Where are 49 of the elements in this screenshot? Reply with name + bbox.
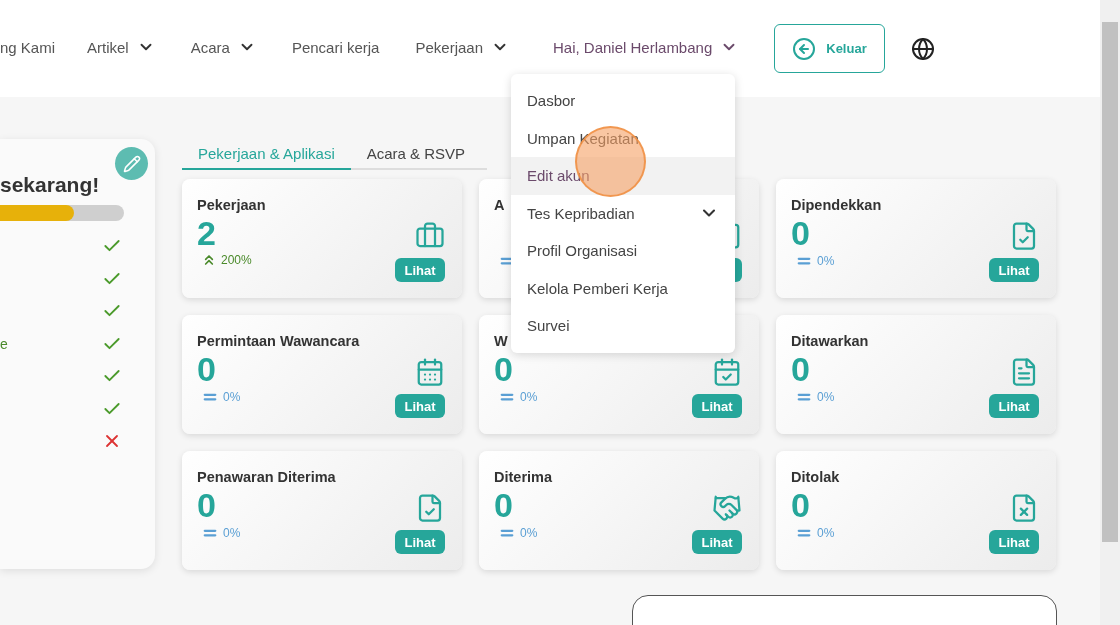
stat-change: 0% [520,390,538,404]
pencil-icon [122,154,141,173]
stat-title: A [494,197,506,213]
stat-change: 0% [223,526,241,540]
nav-link[interactable]: Acara [190,38,256,56]
nav-link[interactable]: ng Kami [0,38,56,56]
stat-value: 0 [494,487,513,523]
stat-icon [712,357,742,387]
stat-icon [415,357,445,387]
stat-value: 0 [197,487,216,523]
nav-link[interactable]: Artikel [87,38,155,56]
stat-icon [712,493,742,523]
stat-title: W [494,333,509,349]
scrollbar-thumb[interactable] [1102,22,1118,542]
menu-item[interactable]: Dasbor [511,82,735,120]
profile-card-title: sekarang! [0,173,101,197]
stat-change: 0% [817,526,835,540]
edit-button[interactable] [115,147,148,180]
scrollbar[interactable] [1100,0,1120,625]
menu-item[interactable]: Tes Kepribadian [511,194,735,232]
stat-value: 0 [791,487,810,523]
globe-icon[interactable] [910,36,935,61]
stat-value: 2 [197,215,216,251]
logout-icon [792,36,817,61]
stat-change: 0% [817,254,835,268]
tab[interactable]: Acara & RSVP [350,139,482,170]
stat-title: Ditolak [791,469,841,485]
menu-item[interactable]: Profil Organisasi [511,232,735,270]
stat-change: 0% [817,390,835,404]
nav-link[interactable]: Pekerjaan [415,38,509,56]
stat-change: 0% [520,526,538,540]
user-menu-toggle[interactable]: Hai, Daniel Herlambang [553,38,739,56]
nav-link[interactable]: Pencari kerja [291,38,380,56]
menu-item[interactable]: Survei [511,307,735,345]
stat-title: Dipendekkan [791,197,883,213]
stat-value: 0 [791,351,810,387]
stat-title: Permintaan Wawancara [197,333,361,349]
checklist-label: e [0,335,8,352]
menu-item[interactable]: Kelola Pemberi Kerja [511,269,735,307]
stat-value: 0 [494,351,513,387]
menu-item[interactable]: Umpan Kegiatan [511,119,735,157]
stat-title: Pekerjaan [197,197,267,213]
stat-change: 200% [221,253,252,267]
stat-title: Ditawarkan [791,333,870,349]
stat-title: Diterima [494,469,554,485]
stat-title: Penawaran Diterima [197,469,337,485]
stat-value: 0 [791,215,810,251]
stat-value: 0 [197,351,216,387]
stat-change: 0% [223,390,241,404]
